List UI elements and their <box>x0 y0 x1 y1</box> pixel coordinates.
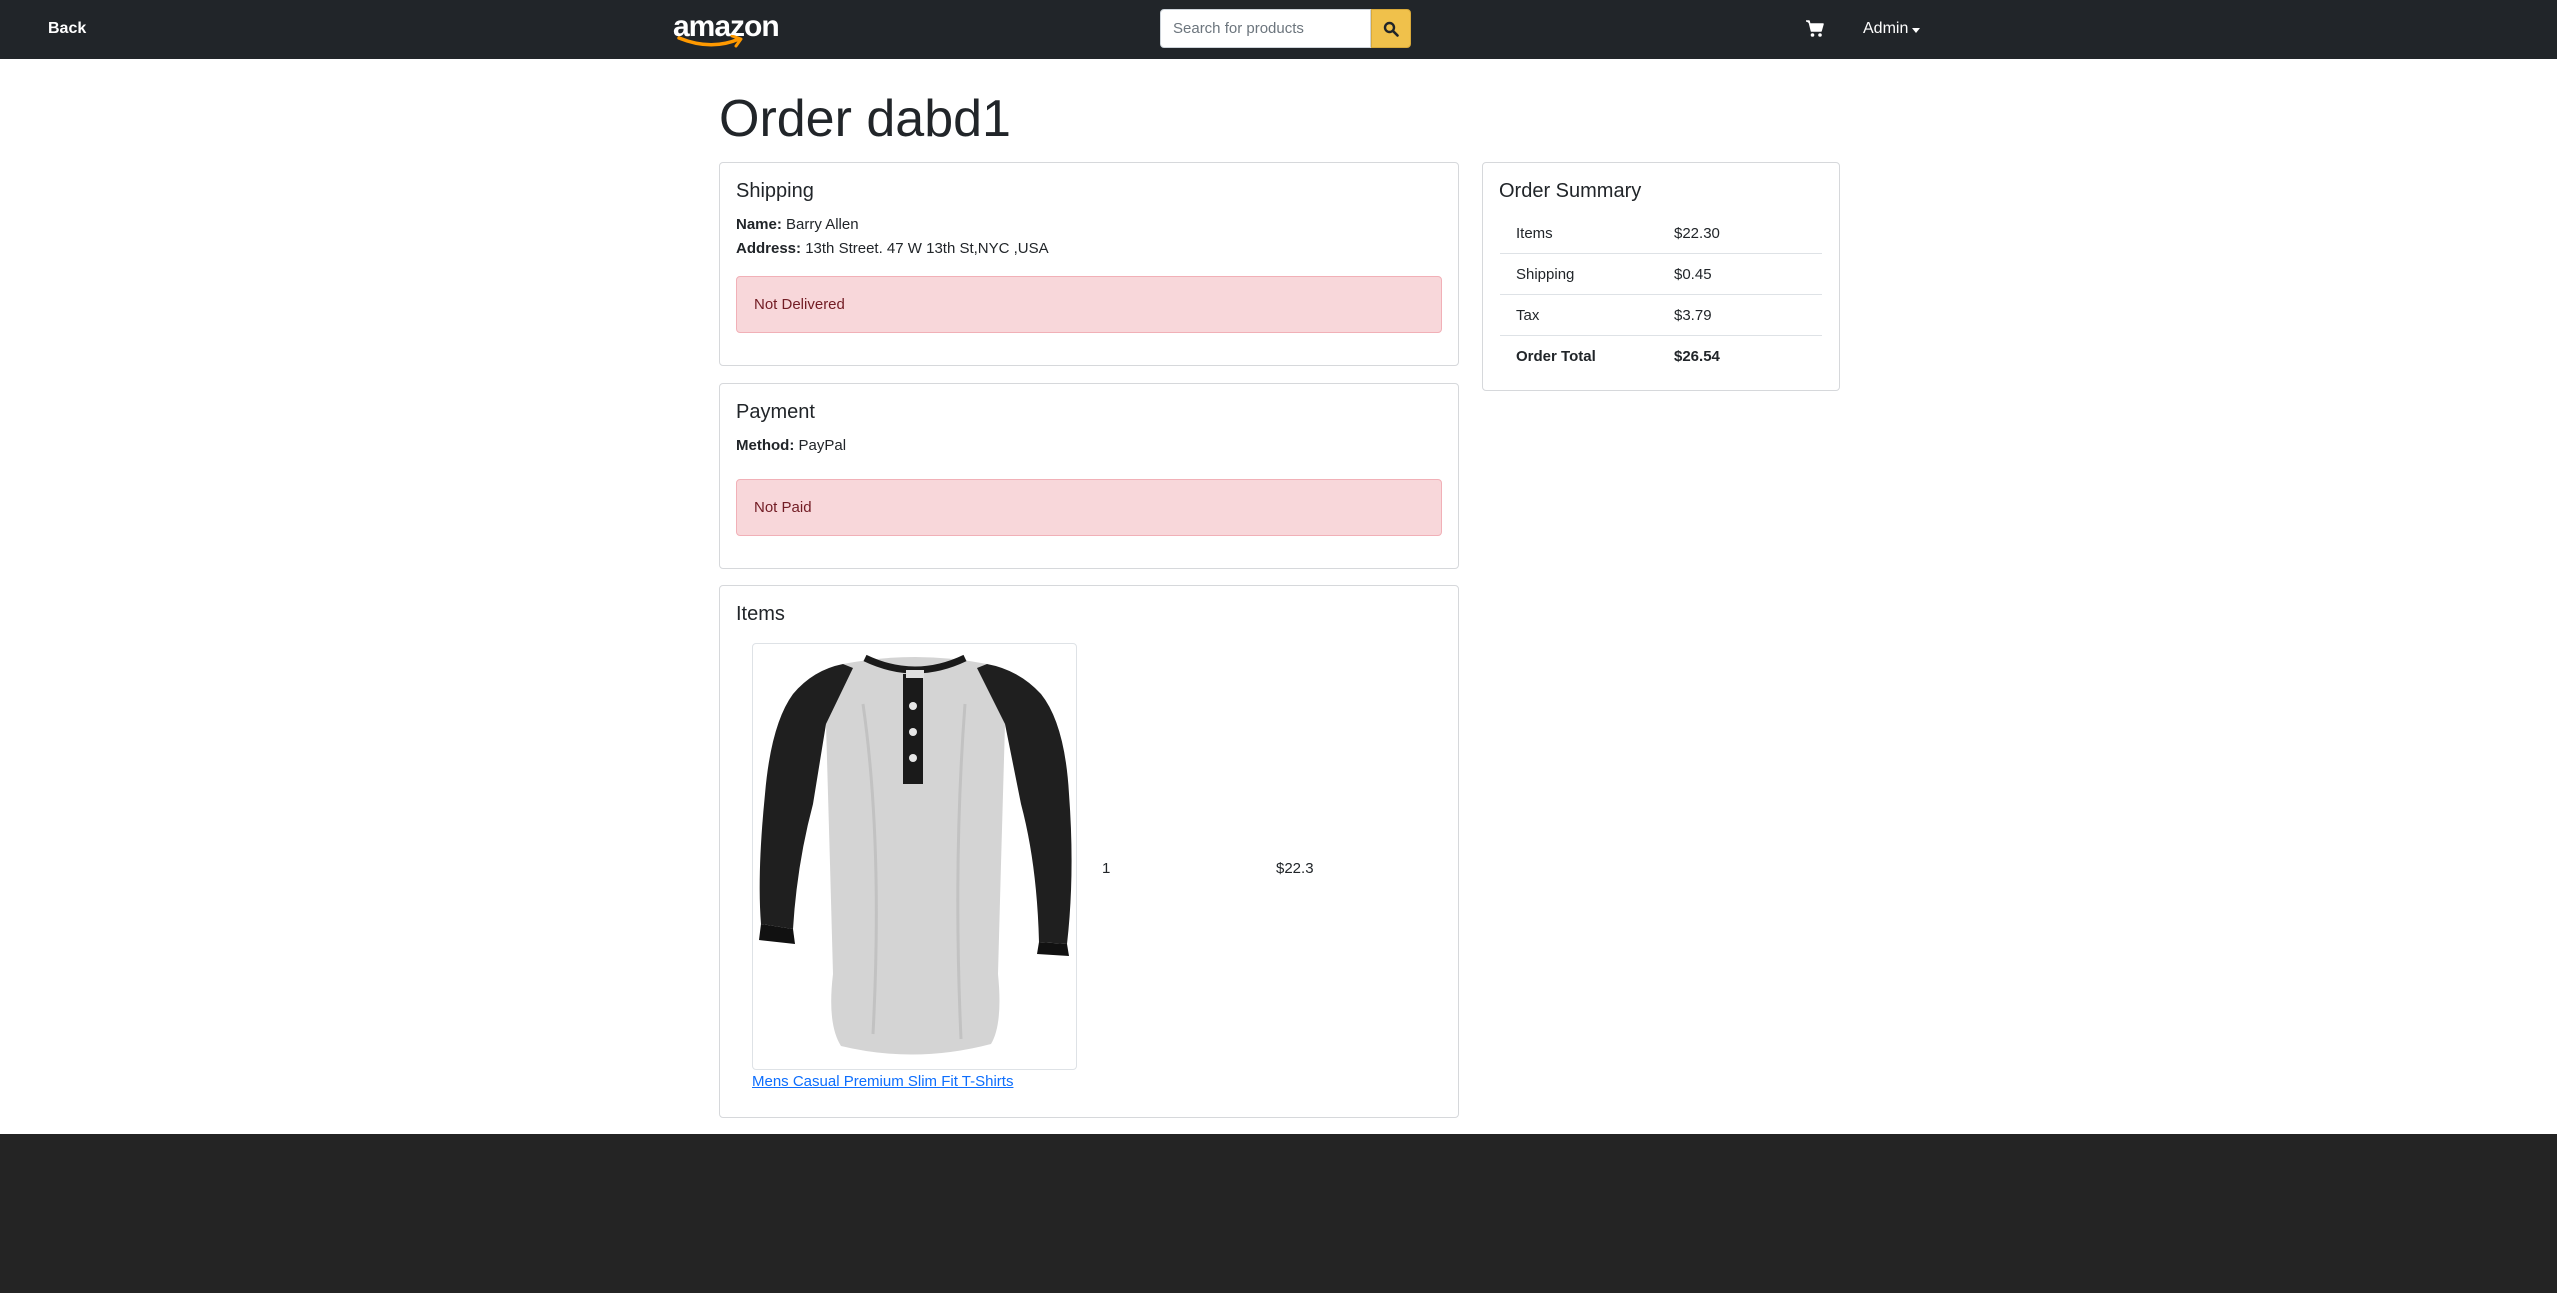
payment-card: Payment Method: PayPal Not Paid <box>719 383 1459 569</box>
item-price: $22.3 <box>1276 860 1314 877</box>
search-input[interactable] <box>1160 9 1371 48</box>
payment-status-alert: Not Paid <box>736 479 1442 536</box>
items-title: Items <box>736 603 785 625</box>
admin-label: Admin <box>1863 20 1909 37</box>
page-footer <box>0 1134 2557 1293</box>
payment-method-row: Method: PayPal <box>736 435 846 457</box>
search-icon <box>1383 21 1399 37</box>
search-button[interactable] <box>1371 9 1411 48</box>
order-summary-card: Order Summary Items $22.30 Shipping $0.4… <box>1482 162 1840 391</box>
summary-table: Items $22.30 Shipping $0.45 Tax $3.79 Or… <box>1500 213 1822 377</box>
summary-title: Order Summary <box>1499 180 1642 202</box>
payment-title: Payment <box>736 401 815 423</box>
method-value: PayPal <box>798 437 847 454</box>
top-navbar: Back amazon Admin <box>0 0 2557 59</box>
name-value: Barry Allen <box>786 216 859 233</box>
shipping-name-row: Name: Barry Allen <box>736 214 859 236</box>
name-label: Name: <box>736 216 782 233</box>
summary-value: $22.30 <box>1674 225 1720 242</box>
page-title: Order dabd1 <box>719 90 1011 148</box>
summary-label: Items <box>1516 225 1553 242</box>
summary-label: Tax <box>1516 307 1540 324</box>
amazon-logo[interactable]: amazon <box>673 10 780 50</box>
summary-row-tax: Tax $3.79 <box>1500 295 1822 336</box>
shipping-title: Shipping <box>736 180 814 202</box>
summary-row-total: Order Total $26.54 <box>1500 336 1822 377</box>
summary-value: $26.54 <box>1674 348 1720 365</box>
item-quantity: 1 <box>1102 860 1111 877</box>
address-label: Address: <box>736 240 802 257</box>
admin-dropdown[interactable]: Admin <box>1863 18 1921 40</box>
caret-down-icon <box>1912 27 1921 33</box>
address-value: 13th Street. 47 W 13th St,NYC ,USA <box>805 240 1049 257</box>
delivery-status-alert: Not Delivered <box>736 276 1442 333</box>
summary-label: Order Total <box>1516 348 1596 365</box>
product-link[interactable]: Mens Casual Premium Slim Fit T-Shirts <box>752 1071 1013 1093</box>
back-link[interactable]: Back <box>48 18 86 40</box>
summary-value: $0.45 <box>1674 266 1712 283</box>
summary-label: Shipping <box>1516 266 1575 283</box>
summary-row-items: Items $22.30 <box>1500 213 1822 254</box>
items-card: Items Mens Casual Premium Slim Fit T-Shi… <box>719 585 1459 1118</box>
product-image[interactable] <box>752 643 1077 1070</box>
summary-row-shipping: Shipping $0.45 <box>1500 254 1822 295</box>
shipping-address-row: Address: 13th Street. 47 W 13th St,NYC ,… <box>736 238 1049 260</box>
summary-value: $3.79 <box>1674 307 1712 324</box>
logo-smile-icon <box>677 35 743 48</box>
shipping-card: Shipping Name: Barry Allen Address: 13th… <box>719 162 1459 366</box>
tshirt-image <box>759 654 1072 1055</box>
method-label: Method: <box>736 437 795 454</box>
cart-icon[interactable] <box>1805 19 1825 39</box>
